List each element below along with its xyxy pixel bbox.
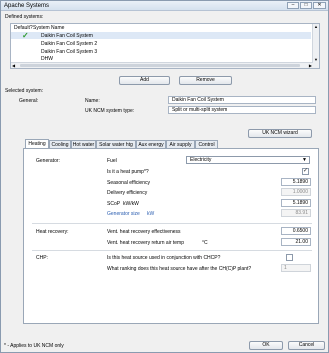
default-check-icon: ✓ xyxy=(22,31,29,40)
list-item[interactable]: Daikin Fan Coil System 3 xyxy=(11,48,311,55)
ok-button[interactable]: OK xyxy=(249,341,283,350)
system-name: Daikin Fan Coil System xyxy=(41,33,93,39)
ranking-question: What ranking does this heat source have … xyxy=(107,266,252,272)
selected-system-heading: Selected system: xyxy=(5,88,44,94)
ncm-footnote: * - Applies to UK NCM only xyxy=(4,343,64,349)
vent-return-temp-label: Vent. heat recovery return air temp xyxy=(107,240,184,246)
generator-size-unit: kW xyxy=(147,211,155,217)
vent-return-temp-unit: °C xyxy=(202,240,208,246)
vent-return-temp-field[interactable]: 21.00 xyxy=(281,238,311,246)
generator-size-label: Generator size xyxy=(107,211,140,217)
scroll-thumb[interactable] xyxy=(20,64,300,67)
column-header-system-name[interactable]: System Name xyxy=(33,25,64,31)
generator-size-field: 83.91 xyxy=(281,209,311,217)
list-item[interactable]: DHW xyxy=(11,55,311,62)
scop-unit: kW/kW xyxy=(123,201,139,207)
cancel-button[interactable]: Cancel xyxy=(288,341,325,350)
add-button[interactable]: Add xyxy=(119,76,170,85)
generator-label: Generator: xyxy=(36,158,60,164)
minimize-icon: – xyxy=(291,2,295,8)
seasonal-efficiency-label: Seasonal efficiency xyxy=(107,180,150,186)
heat-pump-label: Is it a heat pump*? xyxy=(107,169,149,175)
list-item[interactable]: Daikin Fan Coil System 2 xyxy=(11,40,311,47)
maximize-icon: □ xyxy=(304,2,308,8)
general-label: General: xyxy=(19,98,39,104)
system-name-field[interactable]: Daikin Fan Coil System xyxy=(168,96,316,104)
fuel-select[interactable]: Electricity ▼ xyxy=(186,156,310,164)
fuel-select-value: Electricity xyxy=(190,157,212,163)
minimize-button[interactable]: – xyxy=(287,2,299,9)
scop-field[interactable]: 5.1890 xyxy=(281,199,311,207)
ncm-type-label: UK NCM system type: xyxy=(85,108,135,114)
heating-panel: Generator: Fuel Electricity ▼ Is it a he… xyxy=(23,148,319,324)
heat-pump-checkbox[interactable]: ✓ xyxy=(302,168,309,175)
fuel-label: Fuel xyxy=(107,158,117,164)
vent-effectiveness-label: Vent. heat recovery effectiveness xyxy=(107,229,181,235)
divider xyxy=(32,250,312,251)
chcp-question: Is this heat source used in conjunction … xyxy=(107,255,221,261)
window-title: Apache Systems xyxy=(4,3,50,9)
title-bar: Apache Systems – □ ✕ xyxy=(1,1,328,11)
systems-list[interactable]: Default? System Name ✓ Daikin Fan Coil S… xyxy=(10,23,320,69)
defined-systems-heading: Defined systems: xyxy=(5,14,44,20)
ranking-field: 1 xyxy=(281,264,311,272)
ncm-wizard-button[interactable]: UK NCM wizard xyxy=(248,129,312,138)
chevron-down-icon: ▼ xyxy=(302,157,307,163)
ncm-system-type-field[interactable]: Split or multi-split system xyxy=(168,106,316,114)
heat-recovery-label: Heat recovery: xyxy=(36,229,69,235)
name-label: Name: xyxy=(85,98,100,104)
systems-list-header: Default? System Name xyxy=(11,24,311,31)
apache-systems-window: Apache Systems – □ ✕ Defined systems: De… xyxy=(0,0,329,353)
maximize-button[interactable]: □ xyxy=(300,2,312,9)
remove-button[interactable]: Remove xyxy=(179,76,232,85)
scroll-down-icon[interactable]: ▼ xyxy=(314,57,318,62)
chp-label: CHP: xyxy=(36,255,48,261)
system-name: Daikin Fan Coil System 2 xyxy=(41,41,98,47)
delivery-efficiency-label: Delivery efficiency xyxy=(107,190,148,196)
scroll-right-icon[interactable]: ▶ xyxy=(309,63,312,68)
list-item[interactable]: ✓ Daikin Fan Coil System xyxy=(11,31,311,40)
delivery-efficiency-field: 1.0000 xyxy=(281,188,311,196)
divider xyxy=(32,223,312,224)
vent-effectiveness-field[interactable]: 0.6500 xyxy=(281,227,311,235)
close-button[interactable]: ✕ xyxy=(313,2,326,9)
chcp-checkbox[interactable] xyxy=(286,254,293,261)
scop-label: SCoP xyxy=(107,201,121,207)
list-horizontal-scrollbar[interactable]: ◀ ▶ xyxy=(11,62,313,68)
seasonal-efficiency-field[interactable]: 5.1890 xyxy=(281,178,311,186)
close-icon: ✕ xyxy=(317,2,322,8)
scroll-left-icon[interactable]: ◀ xyxy=(12,63,15,68)
scroll-up-icon[interactable]: ▲ xyxy=(314,24,318,29)
list-vertical-scrollbar[interactable]: ▲ ▼ xyxy=(312,24,319,68)
